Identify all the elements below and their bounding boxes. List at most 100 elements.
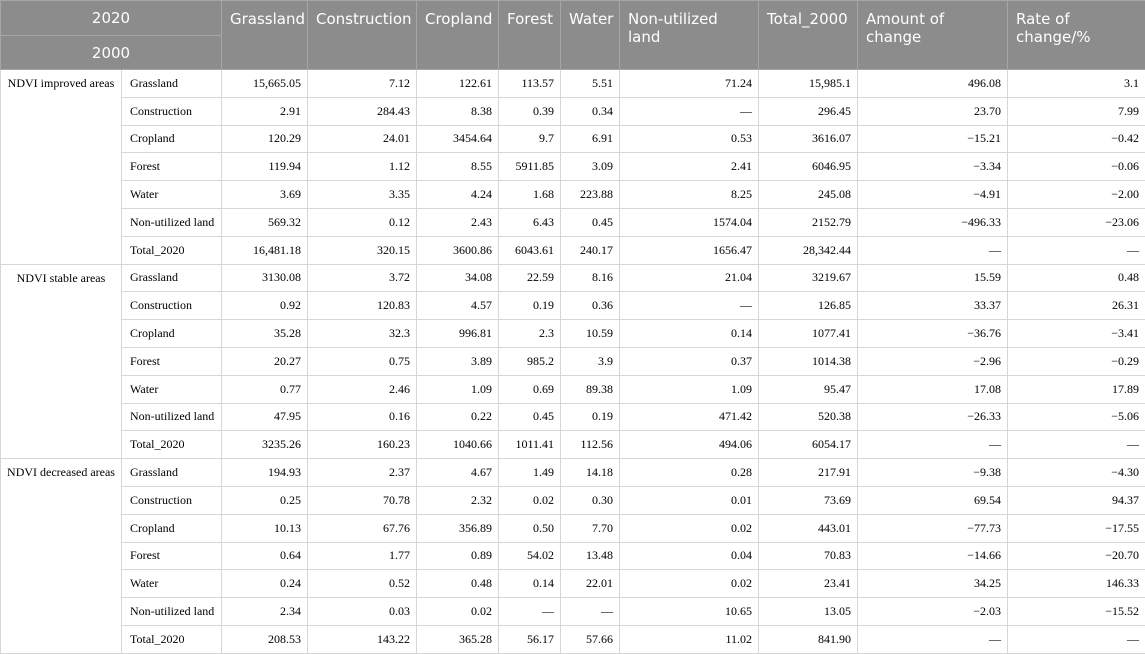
table-cell: 4.24 xyxy=(417,181,499,209)
table-cell: −36.76 xyxy=(858,320,1008,348)
table-row: Water0.240.520.480.1422.010.0223.4134.25… xyxy=(1,570,1145,598)
table-cell: 23.70 xyxy=(858,97,1008,125)
table-cell: 3454.64 xyxy=(417,125,499,153)
header-rate-of-change: Rate of change/% xyxy=(1008,1,1145,70)
table-cell: 0.02 xyxy=(417,598,499,626)
row-class-label: Total_2020 xyxy=(122,236,222,264)
table-cell: 1040.66 xyxy=(417,431,499,459)
table-cell: −0.06 xyxy=(1008,153,1145,181)
table-cell: 2.43 xyxy=(417,208,499,236)
table-cell: 70.83 xyxy=(759,542,858,570)
table-cell: 3130.08 xyxy=(222,264,308,292)
table-cell: 119.94 xyxy=(222,153,308,181)
table-cell: 10.65 xyxy=(620,598,759,626)
row-class-label: Forest xyxy=(122,153,222,181)
table-cell: 1.68 xyxy=(499,181,561,209)
table-cell: — xyxy=(1008,431,1145,459)
table-cell: 996.81 xyxy=(417,320,499,348)
table-cell: 8.55 xyxy=(417,153,499,181)
table-cell: 3235.26 xyxy=(222,431,308,459)
table-cell: 6054.17 xyxy=(759,431,858,459)
table-cell: 0.39 xyxy=(499,97,561,125)
table-cell: 3616.07 xyxy=(759,125,858,153)
table-cell: 0.75 xyxy=(308,347,417,375)
table-cell: 240.17 xyxy=(561,236,620,264)
table-cell: 17.08 xyxy=(858,375,1008,403)
table-row: Water0.772.461.090.6989.381.0995.4717.08… xyxy=(1,375,1145,403)
table-cell: 6043.61 xyxy=(499,236,561,264)
table-cell: −2.96 xyxy=(858,347,1008,375)
table-cell: 15,665.05 xyxy=(222,70,308,98)
table-cell: 2.32 xyxy=(417,486,499,514)
table-cell: 1.49 xyxy=(499,459,561,487)
row-class-label: Water xyxy=(122,570,222,598)
header-forest: Forest xyxy=(499,1,561,70)
table-row: Forest0.641.770.8954.0213.480.0470.83−14… xyxy=(1,542,1145,570)
table-cell: 47.95 xyxy=(222,403,308,431)
table-cell: 0.64 xyxy=(222,542,308,570)
table-cell: 32.3 xyxy=(308,320,417,348)
table-cell: 0.77 xyxy=(222,375,308,403)
table-cell: 15,985.1 xyxy=(759,70,858,98)
table-cell: 8.25 xyxy=(620,181,759,209)
table-cell: 471.42 xyxy=(620,403,759,431)
table-cell: 14.18 xyxy=(561,459,620,487)
row-class-label: Construction xyxy=(122,486,222,514)
table-row: Construction0.2570.782.320.020.300.0173.… xyxy=(1,486,1145,514)
table-cell: −0.42 xyxy=(1008,125,1145,153)
header-cropland: Cropland xyxy=(417,1,499,70)
table-cell: 3.72 xyxy=(308,264,417,292)
header-row: 2020 Grassland Construction Cropland For… xyxy=(1,1,1145,36)
table-cell: 1.12 xyxy=(308,153,417,181)
table-cell: 496.08 xyxy=(858,70,1008,98)
table-cell: −20.70 xyxy=(1008,542,1145,570)
table-cell: −5.06 xyxy=(1008,403,1145,431)
table-cell: −26.33 xyxy=(858,403,1008,431)
table-cell: 7.99 xyxy=(1008,97,1145,125)
table-cell: 0.37 xyxy=(620,347,759,375)
table-cell: 223.88 xyxy=(561,181,620,209)
group-label: NDVI stable areas xyxy=(1,264,122,459)
table-cell: 365.28 xyxy=(417,625,499,653)
row-class-label: Grassland xyxy=(122,264,222,292)
table-cell: 0.92 xyxy=(222,292,308,320)
header-non-utilized-land: Non-utilized land xyxy=(620,1,759,70)
table-cell: 5.51 xyxy=(561,70,620,98)
row-class-label: Construction xyxy=(122,292,222,320)
table-cell: 120.83 xyxy=(308,292,417,320)
row-class-label: Water xyxy=(122,181,222,209)
table-cell: — xyxy=(1008,236,1145,264)
table-cell: 1574.04 xyxy=(620,208,759,236)
table-row: NDVI improved areasGrassland15,665.057.1… xyxy=(1,70,1145,98)
table-cell: 0.19 xyxy=(561,403,620,431)
table-cell: 113.57 xyxy=(499,70,561,98)
row-class-label: Forest xyxy=(122,347,222,375)
table-cell: 69.54 xyxy=(858,486,1008,514)
table-cell: 3.69 xyxy=(222,181,308,209)
table-cell: 24.01 xyxy=(308,125,417,153)
table-cell: 57.66 xyxy=(561,625,620,653)
table-cell: 0.50 xyxy=(499,514,561,542)
table-cell: 8.38 xyxy=(417,97,499,125)
table-cell: 0.34 xyxy=(561,97,620,125)
table-cell: 3600.86 xyxy=(417,236,499,264)
table-cell: 0.28 xyxy=(620,459,759,487)
table-cell: 0.36 xyxy=(561,292,620,320)
table-cell: 208.53 xyxy=(222,625,308,653)
table-cell: 3219.67 xyxy=(759,264,858,292)
table-cell: 2.37 xyxy=(308,459,417,487)
table-row: Non-utilized land2.340.030.02——10.6513.0… xyxy=(1,598,1145,626)
table-cell: 16,481.18 xyxy=(222,236,308,264)
table-cell: 3.9 xyxy=(561,347,620,375)
table-row: NDVI decreased areasGrassland194.932.374… xyxy=(1,459,1145,487)
table-cell: −17.55 xyxy=(1008,514,1145,542)
table-cell: 35.28 xyxy=(222,320,308,348)
table-cell: 5911.85 xyxy=(499,153,561,181)
table-cell: 0.52 xyxy=(308,570,417,598)
row-class-label: Cropland xyxy=(122,125,222,153)
table-cell: 1.09 xyxy=(620,375,759,403)
table-cell: 28,342.44 xyxy=(759,236,858,264)
table-cell: 0.69 xyxy=(499,375,561,403)
table-cell: 0.02 xyxy=(620,570,759,598)
table-cell: 3.09 xyxy=(561,153,620,181)
